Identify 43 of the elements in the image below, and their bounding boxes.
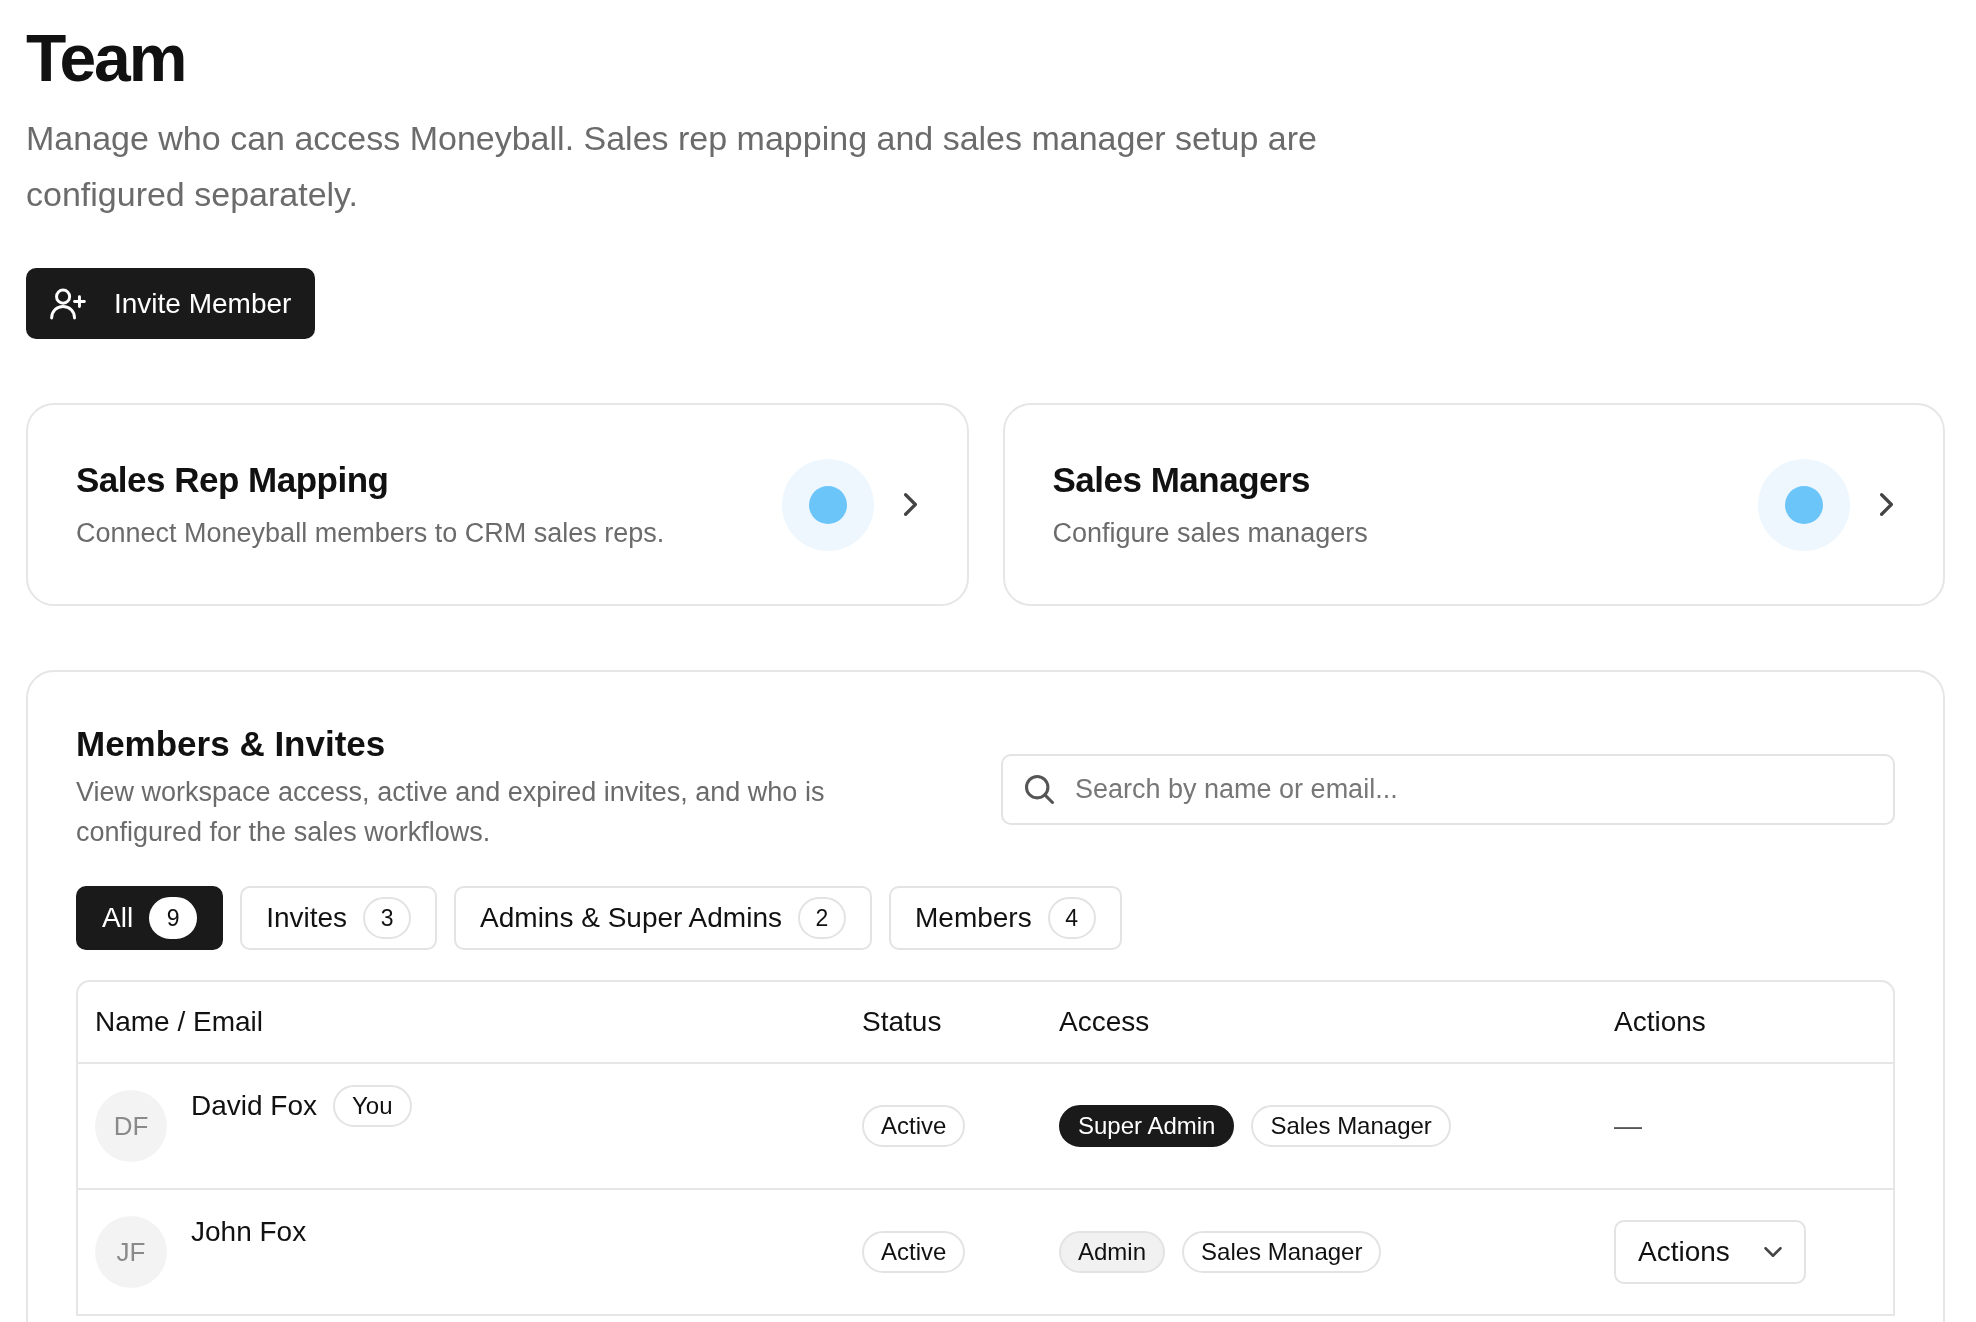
count-badge: 3 — [363, 897, 412, 939]
access-tag: Admin — [1059, 1231, 1166, 1273]
status-badge: Active — [862, 1231, 966, 1273]
filter-tab[interactable]: Invites 3 — [240, 886, 438, 950]
count-badge: 4 — [1047, 897, 1096, 939]
count-badge: 2 — [798, 897, 846, 939]
page-description: Manage who can access Moneyball. Sales rep mapping and sales manager setup are configured separately. — [26, 118, 1318, 215]
page-title: Team — [26, 20, 187, 97]
status-badge: Active — [862, 1105, 966, 1147]
count-badge: 9 — [149, 897, 198, 939]
dot-icon — [781, 458, 874, 551]
chevron-right-icon — [903, 493, 917, 516]
card-description: Configure sales managers — [1052, 518, 1369, 549]
caret-icon — [1763, 1247, 1782, 1257]
member-name: David Fox — [191, 1090, 318, 1122]
chevron-right-icon — [1880, 493, 1893, 516]
column-header: Status — [861, 1006, 943, 1038]
section-title: Members & Invites — [76, 724, 387, 764]
search-field[interactable]: Search by name or email... — [1001, 754, 1895, 825]
filter-tab[interactable]: Admins & Super Admins 2 — [454, 886, 872, 950]
you-badge: You — [333, 1085, 412, 1127]
column-header: Access — [1058, 1006, 1151, 1038]
dot-icon — [1758, 458, 1850, 551]
filter-tab[interactable]: Members 4 — [889, 886, 1122, 950]
card-title: Sales Managers — [1052, 460, 1312, 500]
column-header: Actions — [1613, 1006, 1707, 1038]
filter-tab[interactable]: All 9 — [76, 886, 224, 950]
avatar: JF — [95, 1216, 167, 1288]
settings-card[interactable]: Sales Managers Configure sales managers — [1002, 403, 1945, 606]
invite-member-button[interactable]: Invite Member — [26, 268, 316, 339]
column-header: Name / Email — [94, 1006, 265, 1038]
settings-card[interactable]: Sales Rep Mapping Connect Moneyball members to CRM sales reps. — [26, 403, 969, 606]
access-tag: Sales Manager — [1251, 1105, 1451, 1147]
member-name: John Fox — [191, 1216, 307, 1248]
search-icon — [1025, 775, 1054, 804]
avatar: DF — [95, 1090, 167, 1162]
empty-action: — — [1614, 1110, 1642, 1141]
card-description: Connect Moneyball members to CRM sales reps. — [76, 518, 666, 549]
section-description: View workspace access, active and expired invites, and who is configured for the sales workflows. — [76, 776, 826, 849]
access-tag: Super Admin — [1059, 1105, 1235, 1147]
actions-dropdown[interactable]: Actions — [1614, 1220, 1806, 1284]
access-tag: Sales Manager — [1182, 1231, 1382, 1273]
card-title: Sales Rep Mapping — [76, 460, 390, 500]
